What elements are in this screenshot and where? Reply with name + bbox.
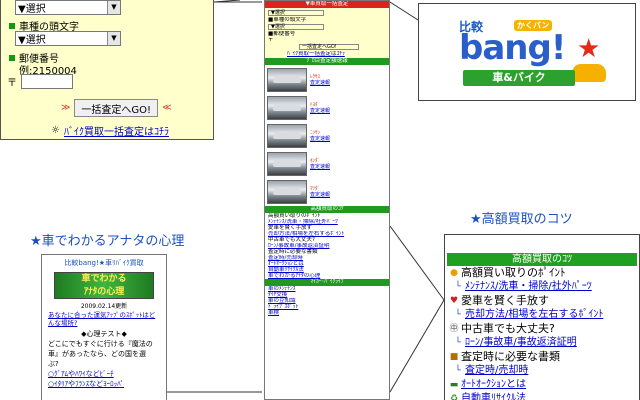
star-icon: ★ bbox=[577, 34, 601, 64]
list-item[interactable]: ﾎﾝﾀﾞ 査定速報 bbox=[267, 150, 387, 177]
logo-zoom-box: 比較 かくバン bang! ★ 車&バイク bbox=[418, 3, 636, 101]
car-icon: ▬ bbox=[449, 380, 459, 390]
car-link[interactable]: 査定速報 bbox=[310, 192, 330, 198]
arrow-decoration: ≫ bbox=[61, 103, 71, 113]
mobile-page-preview: ▼車買取一括査定 ▼選択 ■車種の頭文字 ▼選択 ■郵便番号 〒 一括査定へGO… bbox=[264, 0, 390, 400]
corner-icon: └ bbox=[455, 310, 461, 320]
chevron-down-icon: ▼ bbox=[107, 1, 120, 14]
tips-bar: 高額買取のｺﾂ bbox=[265, 206, 389, 213]
coin-icon: ● bbox=[450, 268, 458, 278]
zip-input[interactable] bbox=[21, 74, 73, 89]
psychology-heading: ★車でわかるアナタの心理 bbox=[30, 234, 185, 249]
phone-submit-button[interactable]: 一括査定へGO! bbox=[299, 44, 359, 50]
life-link[interactable]: 車検 bbox=[265, 310, 389, 316]
used-badge-icon: ㊥ bbox=[449, 324, 459, 334]
tips-panel-bar: 高額買取のｺﾂ bbox=[447, 253, 637, 266]
bulk-appraisal-button[interactable]: 一括査定へGO! bbox=[74, 99, 159, 117]
option-radio[interactable]: ○ｲﾀﾘｱやﾌﾗﾝｽなどﾖｰﾛｯﾊﾟ bbox=[42, 379, 166, 389]
list-item[interactable]: └ 査定時/売却時 bbox=[445, 364, 639, 378]
search-form-panel: ▼選択 ▼ 車種の頭文字 ▼選択 ▼ 郵便番号 例:2150004 〒 ≫ 一括… bbox=[0, 0, 214, 140]
car-mascot-icon bbox=[572, 64, 606, 82]
phone-form-label: ■車種の頭文字 bbox=[268, 17, 307, 23]
list-item[interactable]: ▬ ｵｰﾄｵｰｸｼｮﾝとは bbox=[445, 378, 639, 392]
bullet-icon bbox=[9, 54, 15, 61]
car-thumbnail bbox=[267, 179, 307, 204]
bike-icon: ☼ bbox=[51, 125, 60, 136]
bullet-icon bbox=[9, 22, 15, 29]
list-item: ● 高額買い取りのﾎﾟｲﾝﾄ bbox=[450, 266, 566, 279]
car-thumbnail bbox=[267, 67, 307, 92]
list-item[interactable]: └ ﾒﾝﾃﾅﾝｽ/洗車・掃除/社外ﾊﾟｰﾂ bbox=[445, 280, 639, 294]
test-body: 車』があったなら、どの国を選 bbox=[48, 350, 146, 358]
tips-heading: ★高額買取のコツ bbox=[470, 212, 573, 227]
list-item[interactable]: ﾄﾖﾀ 査定速報 bbox=[267, 94, 387, 121]
corner-icon: └ bbox=[455, 338, 461, 348]
list-item[interactable]: ﾏﾂﾀﾞ 査定速報 bbox=[267, 178, 387, 205]
list-item[interactable]: └ 売却方法/相場を左右するﾎﾟｲﾝﾄ bbox=[445, 308, 639, 322]
option-radio[interactable]: ○ｸﾞｱﾑやﾊﾜｲなどﾋﾞｰﾁ bbox=[42, 369, 166, 379]
phone-select[interactable]: ▼選択 bbox=[268, 10, 324, 16]
list-item[interactable]: ﾆｯｻﾝ 査定速報 bbox=[267, 122, 387, 149]
car-link[interactable]: 査定速報 bbox=[310, 136, 330, 142]
psy-header: 比較bang!★車ﾘﾊﾞｲｸ買取 bbox=[64, 259, 144, 267]
car-thumbnail bbox=[267, 95, 307, 120]
arrow-decoration: ≪ bbox=[162, 103, 172, 113]
car-thumbnail bbox=[267, 123, 307, 148]
test-title: ◆心理テスト◆ bbox=[81, 330, 127, 338]
logo-category-bar: 車&バイク bbox=[463, 70, 575, 86]
test-body: どこにでもすぐに行ける『魔法の bbox=[48, 340, 153, 348]
recycle-icon: ♻ bbox=[449, 394, 459, 400]
list-item: ■ 査定時に必要な書類 bbox=[449, 350, 560, 363]
zip-prefix: 〒 bbox=[7, 78, 17, 89]
psychology-banner: 車でわかる ｱﾅﾀの心理 bbox=[54, 272, 154, 299]
maker-select[interactable]: ▼選択 ▼ bbox=[15, 0, 121, 15]
list-item: ㊥ 中古車でも大丈夫? bbox=[449, 322, 555, 335]
heart-icon: ♥ bbox=[449, 296, 459, 306]
phone-select[interactable]: ▼選択 bbox=[268, 24, 324, 30]
list-item[interactable]: ﾚｸｻｽ 査定速報 bbox=[267, 66, 387, 93]
car-link[interactable]: 査定速報 bbox=[310, 108, 330, 114]
psychology-page-preview: 比較bang!★車ﾘﾊﾞｲｸ買取 車でわかる ｱﾅﾀの心理 2009.02.14… bbox=[41, 254, 167, 400]
corner-icon: └ bbox=[455, 282, 461, 292]
list-item[interactable]: ♻ 自動車ﾘｻｲｸﾙ法 bbox=[445, 392, 639, 400]
car-thumbnail bbox=[267, 151, 307, 176]
logo-main-text: bang! bbox=[459, 28, 566, 68]
list-item[interactable]: └ ﾛｰﾝ/事故車/事故返済証明 bbox=[445, 336, 639, 350]
bottom-bar: ﾏｲｶｰ･ﾊﾞｲｸﾗｲﾌ bbox=[265, 279, 389, 286]
phone-zip[interactable]: 〒 bbox=[265, 37, 389, 43]
ranking-bar: ｿﾞﾛ目査定額速報 bbox=[265, 58, 389, 65]
car-link[interactable]: 査定速報 bbox=[310, 164, 330, 170]
car-link[interactable]: 査定速報 bbox=[310, 80, 330, 86]
list-item: ♥ 愛車を賢く手放す bbox=[449, 294, 549, 307]
chevron-down-icon: ▼ bbox=[107, 32, 120, 45]
update-date: 2009.02.14更新 bbox=[80, 303, 128, 310]
phone-bike-link[interactable]: ﾊﾞｲｸ買取一括査定はｺﾁﾗ bbox=[265, 51, 389, 57]
tips-zoom-panel: 高額買取のｺﾂ ● 高額買い取りのﾎﾟｲﾝﾄ └ ﾒﾝﾃﾅﾝｽ/洗車・掃除/社外… bbox=[444, 234, 640, 400]
corner-icon: └ bbox=[455, 366, 461, 376]
initial-select[interactable]: ▼選択 ▼ bbox=[15, 31, 121, 46]
document-icon: ■ bbox=[449, 352, 459, 362]
question-link[interactable]: あなたに合った運気ｱｯﾌﾟのｽﾎﾟｯﾄはどんな場所? bbox=[42, 311, 166, 327]
car-list: ﾚｸｻｽ 査定速報 ﾄﾖﾀ 査定速報 ﾆｯｻﾝ 査定速報 ﾎﾝﾀﾞ 査定速報 ﾏﾂﾀﾞ査… bbox=[265, 66, 389, 205]
bike-appraisal-link[interactable]: ﾊﾞｲｸ買取一括査定はｺﾁﾗ bbox=[64, 123, 169, 138]
top-bar: ▼車買取一括査定 bbox=[265, 1, 389, 8]
test-body: ぶ? bbox=[48, 360, 59, 368]
phone-form: ▼選択 ■車種の頭文字 ▼選択 ■郵便番号 〒 一括査定へGO! ﾊﾞｲｸ買取一… bbox=[265, 8, 389, 58]
